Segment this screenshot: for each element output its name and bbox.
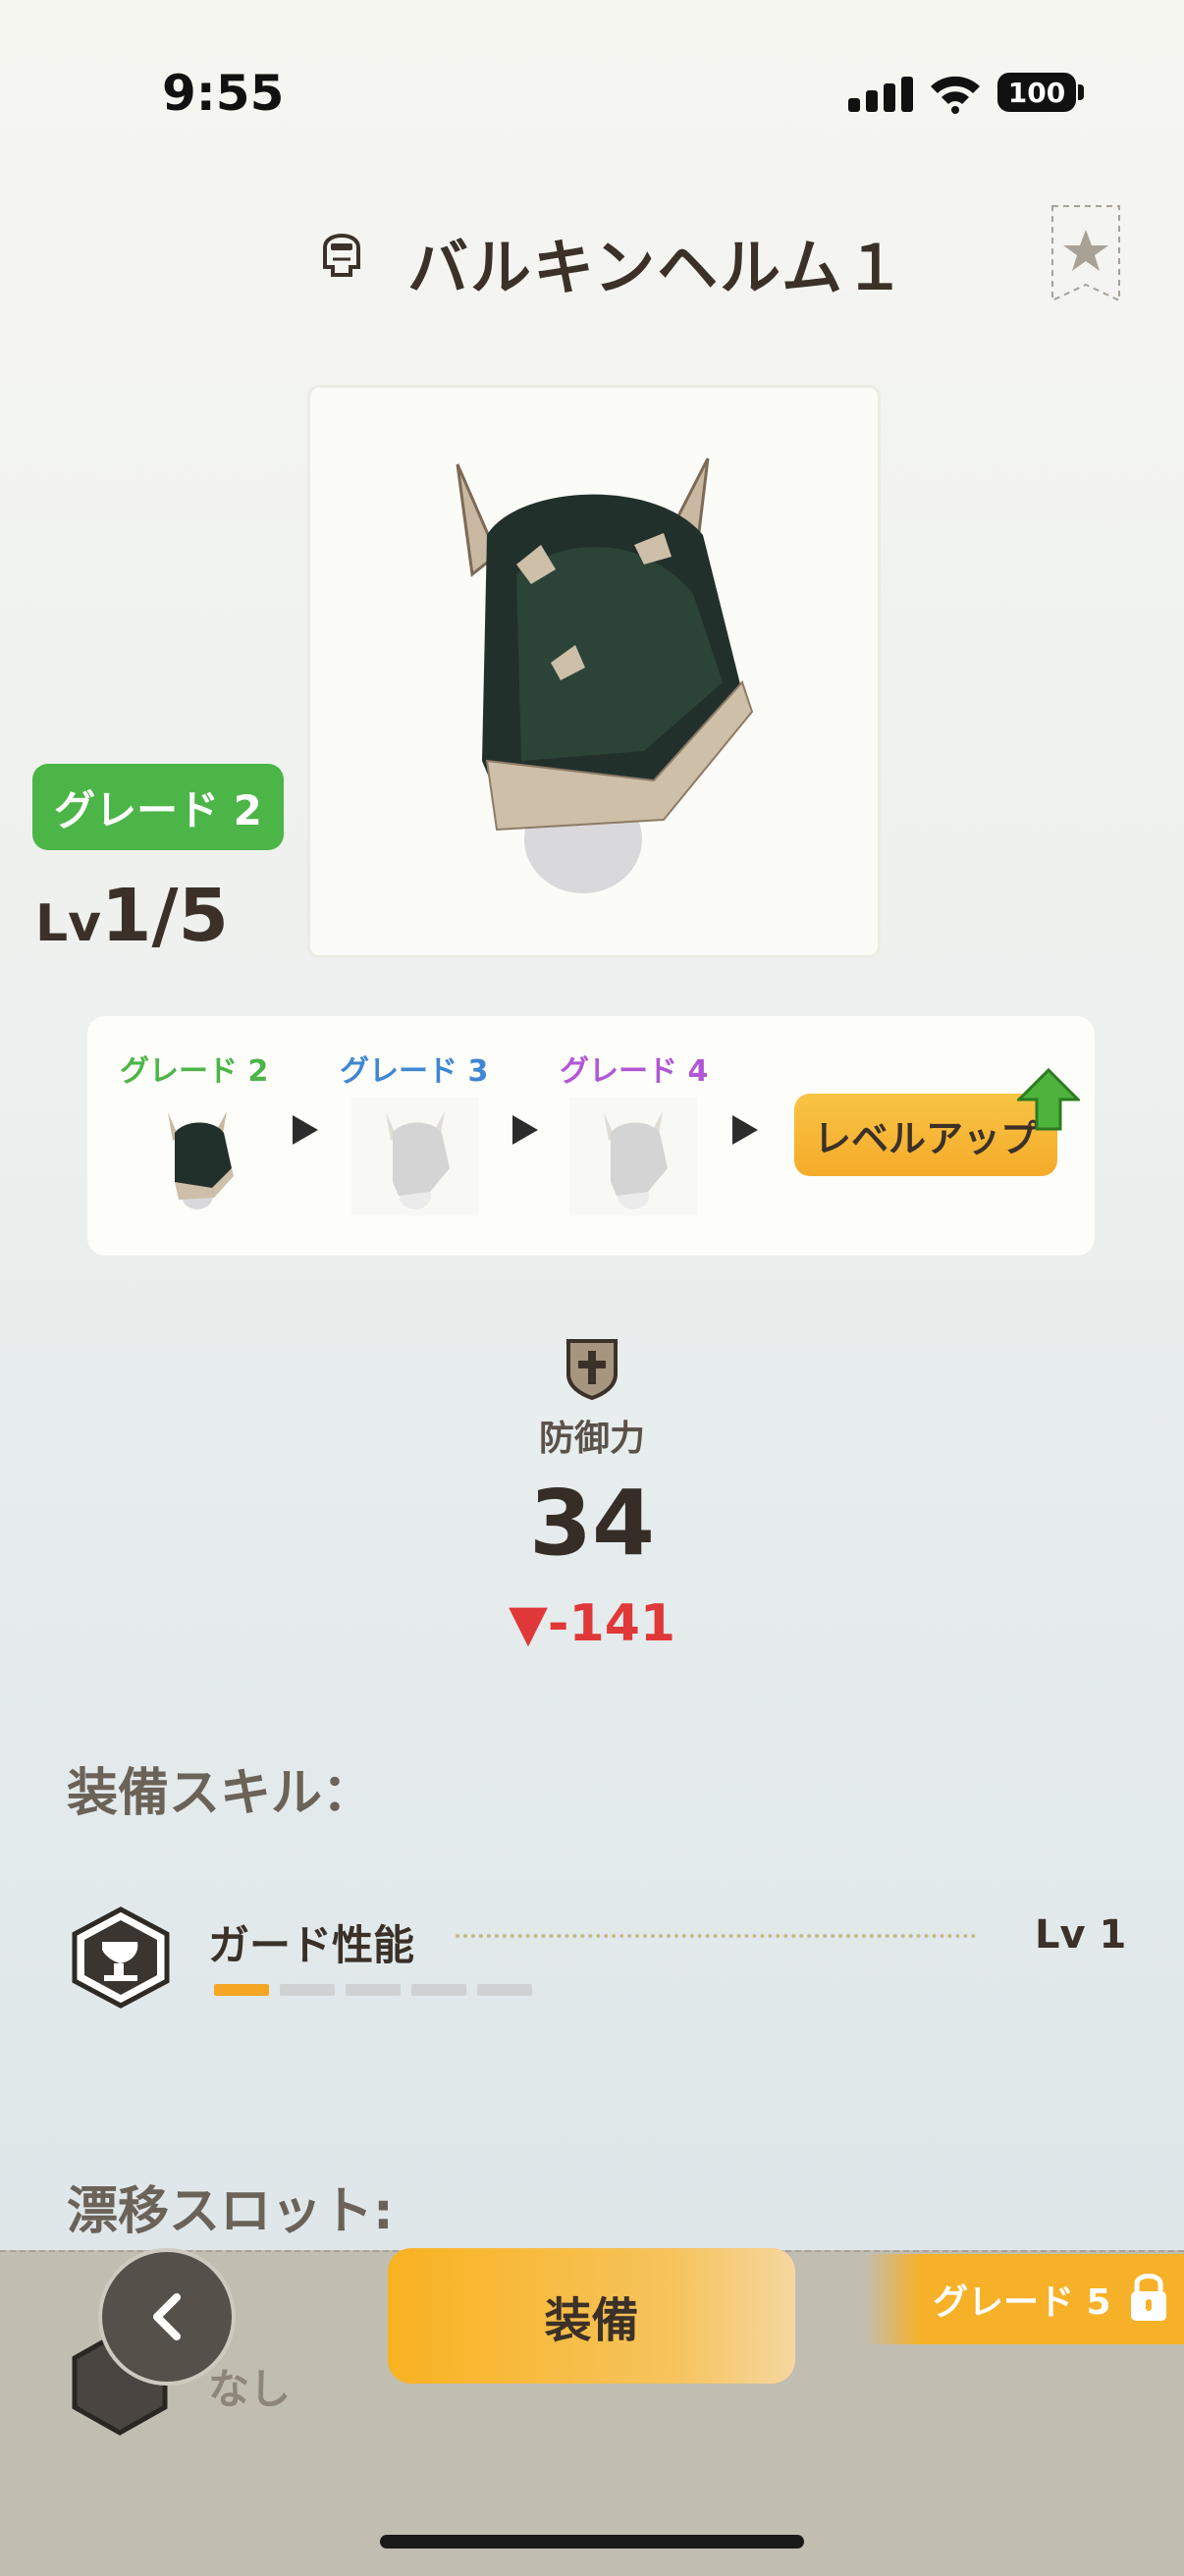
progression-arrow-icon: [732, 1115, 758, 1145]
cellular-signal-icon: [848, 77, 913, 112]
slots-section-title: 漂移スロット:: [67, 2182, 394, 2241]
skill-level: Lv 1: [1035, 1912, 1127, 1958]
skill-level-pip: [411, 1984, 466, 1996]
progression-arrow-icon: [512, 1115, 538, 1145]
progression-grade-label: グレード 2: [120, 1054, 269, 1089]
skill-level-pip: [280, 1984, 335, 1996]
item-portrait: [307, 385, 881, 958]
progression-grade-label: グレード 3: [340, 1054, 489, 1089]
helmet-image: [456, 457, 754, 893]
skill-dotted-leader: [456, 1934, 976, 1938]
defense-difference: ▼-141: [508, 1594, 676, 1653]
status-time: 9:55: [162, 65, 285, 122]
defense-value: 34: [528, 1471, 656, 1576]
favorite-bookmark-icon[interactable]: [1050, 204, 1121, 302]
battery-indicator: 100: [997, 73, 1076, 112]
locked-grade-label: グレード 5: [933, 2282, 1111, 2323]
home-indicator: [380, 2535, 804, 2549]
lock-icon: [1131, 2274, 1166, 2321]
level-value: 1/5: [101, 874, 230, 958]
chevron-left-icon: [153, 2293, 181, 2340]
progression-grade-label: グレード 4: [560, 1054, 709, 1089]
defense-label: 防御力: [538, 1419, 645, 1459]
grade-3-helmet-thumbnail[interactable]: [351, 1098, 479, 1215]
item-level: Lv1/5: [35, 874, 229, 958]
progression-arrow-icon: [293, 1115, 318, 1145]
skill-level-pip: [214, 1984, 269, 1996]
back-button[interactable]: [98, 2248, 236, 2386]
helmet-icon: [323, 234, 360, 277]
defense-shield-icon: [566, 1339, 618, 1400]
slot-value: なし: [208, 2365, 292, 2413]
battery-cap: [1078, 84, 1084, 100]
page-title: バルキンヘルム１: [407, 232, 907, 303]
wifi-icon: [931, 76, 980, 114]
grade-4-helmet-thumbnail[interactable]: [569, 1098, 697, 1215]
upgrade-arrow-icon: [1017, 1068, 1080, 1131]
skill-level-pip: [477, 1984, 532, 1996]
equip-button[interactable]: 装備: [388, 2248, 795, 2384]
level-prefix: Lv: [35, 894, 102, 953]
grade-badge: グレード 2: [32, 764, 284, 850]
skill-name: ガード性能: [208, 1921, 415, 1969]
guard-skill-icon[interactable]: [69, 1906, 173, 2009]
grade-2-helmet-thumbnail[interactable]: [134, 1098, 261, 1215]
skill-level-pip: [346, 1984, 401, 1996]
skills-section-title: 装備スキル：: [67, 1764, 374, 1823]
